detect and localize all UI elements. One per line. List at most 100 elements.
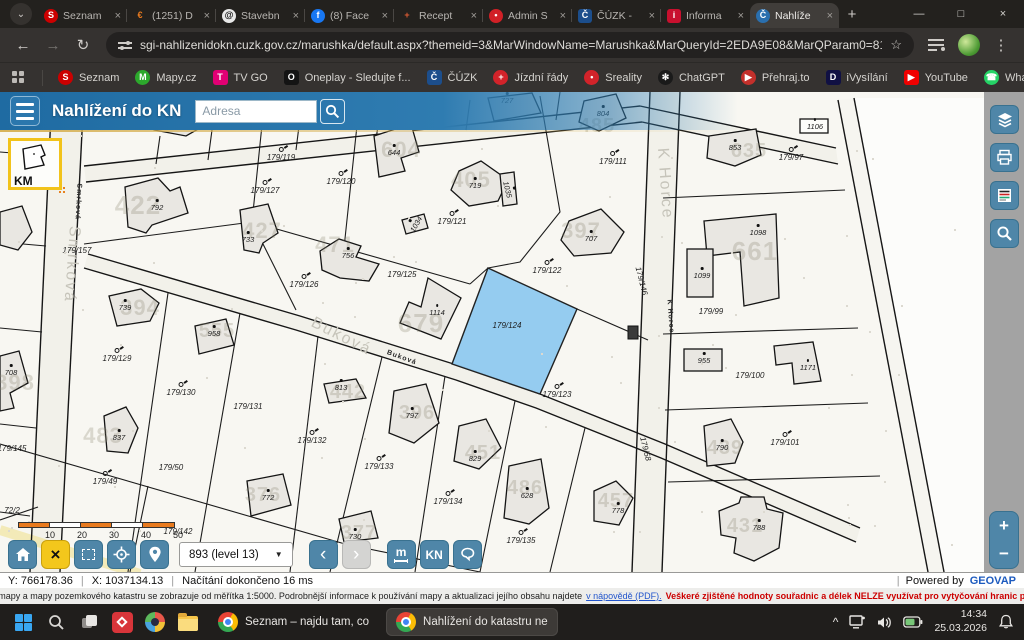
zoom-control: + − (989, 511, 1019, 569)
map-bottom-toolbar: × 893 (level 13) ▼ ‹ › m KN (8, 540, 482, 569)
browser-tab-1[interactable]: SSeznam× (38, 3, 127, 28)
taskbar-window-2[interactable]: Nahlížení do katastru ne (386, 608, 558, 636)
tab-close-icon[interactable]: × (471, 10, 477, 22)
measure-button[interactable]: m (387, 540, 416, 569)
tab-close-icon[interactable]: × (115, 10, 121, 22)
bookmark-label: iVysílání (847, 72, 888, 84)
back-icon[interactable]: ← (10, 32, 36, 58)
browser-tab-2[interactable]: €(1251) D× (127, 3, 216, 28)
apps-grid-icon[interactable] (12, 71, 26, 85)
help-pdf-link[interactable]: v nápovědě (PDF). (586, 591, 662, 601)
search-icon (325, 104, 340, 119)
kn-info-button[interactable]: KN (420, 540, 449, 569)
zoom-in-button[interactable]: + (990, 512, 1018, 540)
url-text[interactable]: sgi-nahlizenidokn.cuzk.gov.cz/marushka/d… (140, 38, 882, 52)
url-bar[interactable]: sgi-nahlizenidokn.cuzk.gov.cz/marushka/d… (106, 32, 914, 58)
bookmark-6[interactable]: +Jízdní řády (486, 67, 575, 88)
zoom-search-button[interactable] (990, 219, 1019, 248)
locate-button[interactable] (107, 540, 136, 569)
window-close-button[interactable]: × (982, 0, 1024, 28)
browser-menu-icon[interactable]: ⋮ (988, 32, 1014, 58)
tab-close-icon[interactable]: × (738, 10, 744, 22)
tab-close-icon[interactable]: × (293, 10, 299, 22)
lasso-select-button[interactable] (453, 540, 482, 569)
bookmark-7[interactable]: •Sreality (577, 67, 649, 88)
anydesk-button[interactable] (109, 609, 135, 635)
paint-button[interactable] (142, 609, 168, 635)
taskbar-window-1[interactable]: Seznam – najdu tam, co (208, 608, 379, 636)
pin-button[interactable] (140, 540, 169, 569)
level-selector-dropdown[interactable]: 893 (level 13) ▼ (179, 542, 293, 567)
bookmark-11[interactable]: ▶YouTube (897, 67, 975, 88)
notification-bell-icon[interactable] (998, 614, 1014, 630)
overview-map-box[interactable]: KM (8, 138, 62, 190)
tab-close-icon[interactable]: × (649, 10, 655, 22)
tab-close-icon[interactable]: × (560, 10, 566, 22)
browser-tab-4[interactable]: f(8) Face× (305, 3, 394, 28)
tray-chevron-icon[interactable]: ^ (833, 615, 839, 629)
browser-tab-8[interactable]: iInforma× (661, 3, 750, 28)
print-button[interactable] (990, 143, 1019, 172)
history-back-button[interactable]: ‹ (309, 540, 338, 569)
profile-avatar[interactable] (958, 34, 980, 56)
bookmark-label: Seznam (79, 72, 119, 84)
bookmark-12[interactable]: ☎WhatsApp (977, 67, 1024, 88)
bookmark-5[interactable]: ČČÚZK (420, 67, 485, 88)
disclaimer-bar: Obsah katastrální mapy a mapy pozemkovéh… (0, 588, 1024, 604)
battery-icon[interactable] (903, 616, 923, 628)
start-button[interactable] (10, 609, 36, 635)
overview-resize-handle[interactable] (56, 184, 65, 193)
address-search-input[interactable] (195, 100, 317, 123)
file-explorer-button[interactable] (175, 609, 201, 635)
bookmark-star-icon[interactable]: ☆ (890, 37, 902, 53)
favicon: T (213, 70, 228, 85)
browser-tab-7[interactable]: ČČÚZK -× (572, 3, 661, 28)
browser-tab-6[interactable]: •Admin S× (483, 3, 572, 28)
legend-button[interactable] (990, 181, 1019, 210)
tab-search-button[interactable]: ⌄ (10, 3, 32, 25)
reload-icon[interactable]: ↻ (70, 32, 96, 58)
bookmark-1[interactable]: SSeznam (51, 67, 126, 88)
tab-close-icon[interactable]: × (204, 10, 210, 22)
tab-close-icon[interactable]: × (827, 10, 833, 22)
cadastral-map-canvas[interactable]: 4224274716796044054853976356614394313944… (0, 92, 1024, 572)
status-divider: | (81, 575, 84, 587)
speaker-icon[interactable] (877, 616, 892, 629)
bookmark-9[interactable]: ▶Přehraj.to (734, 67, 817, 88)
taskbar-search-button[interactable] (43, 609, 69, 635)
bookmark-10[interactable]: DiVysílání (819, 67, 895, 88)
forward-icon[interactable]: → (40, 32, 66, 58)
bookmark-2[interactable]: MMapy.cz (128, 67, 203, 88)
geovap-link[interactable]: GEOVAP (970, 575, 1016, 587)
favicon: i (667, 9, 681, 23)
search-button[interactable] (320, 99, 345, 124)
bookmark-label: Přehraj.to (762, 72, 810, 84)
home-extent-button[interactable] (8, 540, 37, 569)
new-tab-button[interactable]: + (839, 2, 865, 26)
layers-button[interactable] (990, 105, 1019, 134)
bookmark-4[interactable]: OOneplay - Sledujte f... (277, 67, 418, 88)
tab-label: Seznam (63, 10, 110, 22)
bookmark-8[interactable]: ✻ChatGPT (651, 67, 732, 88)
browser-tab-3[interactable]: @Stavebn× (216, 3, 305, 28)
taskbar-clock[interactable]: 14:34 25.03.2026 (934, 608, 987, 635)
browser-tab-9[interactable]: ČNahlíže× (750, 3, 839, 28)
window-maximize-button[interactable]: □ (940, 0, 982, 28)
screen: ⌄ SSeznam×€(1251) D×@Stavebn×f(8) Face×+… (0, 0, 1024, 640)
hamburger-menu-icon[interactable] (10, 96, 40, 126)
marquee-zoom-button[interactable] (74, 540, 103, 569)
zoom-out-button[interactable]: − (990, 540, 1018, 568)
bookmark-3[interactable]: TTV GO (206, 67, 275, 88)
window-minimize-button[interactable]: — (898, 0, 940, 28)
history-forward-button[interactable]: › (342, 540, 371, 569)
tab-label: Nahlíže (775, 10, 822, 22)
media-queue-icon[interactable] (928, 39, 946, 51)
site-settings-icon[interactable] (118, 40, 132, 50)
bookmark-label: Jízdní řády (514, 72, 568, 84)
tab-close-icon[interactable]: × (382, 10, 388, 22)
browser-tab-5[interactable]: +Recept× (394, 3, 483, 28)
network-icon[interactable] (849, 615, 866, 629)
close-tool-button[interactable]: × (41, 540, 70, 569)
task-view-button[interactable] (76, 609, 102, 635)
favicon: O (284, 70, 299, 85)
